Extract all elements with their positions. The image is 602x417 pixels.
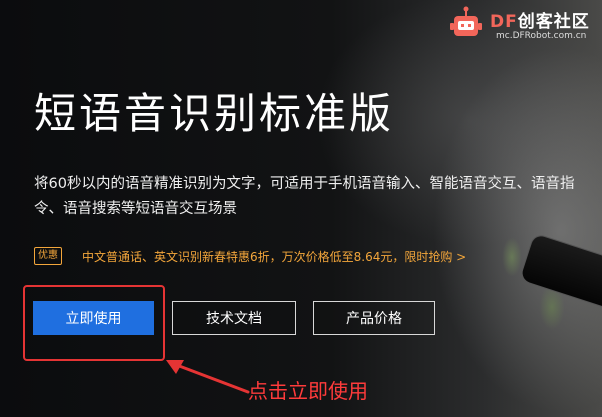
- arrow-icon: [166, 360, 250, 394]
- docs-button[interactable]: 技术文档: [172, 301, 296, 335]
- logo-brand-prefix: DF: [490, 12, 518, 32]
- robot-icon: [450, 6, 482, 36]
- logo-brand-suffix: 创客社区: [517, 12, 590, 32]
- discount-badge: 优惠: [34, 247, 62, 265]
- annotation-text: 点击立即使用: [248, 379, 368, 403]
- logo-url: mc.DFRobot.com.cn: [496, 31, 587, 41]
- promo-link[interactable]: 中文普通话、英文识别新春特惠6折，万次价格低至8.64元，限时抢购 >: [82, 248, 466, 265]
- highlight-box: [23, 285, 165, 361]
- logo-title: DF创客社区: [490, 7, 590, 32]
- product-description: 将60秒以内的语音精准识别为文字，可适用于手机语音输入、智能语音交互、语音指令、…: [34, 176, 575, 217]
- page-title: 短语音识别标准版: [34, 89, 395, 138]
- promo-banner[interactable]: 优惠 中文普通话、英文识别新春特惠6折，万次价格低至8.64元，限时抢购 >: [34, 244, 466, 268]
- dfrobot-watermark-logo: DF创客社区 mc.DFRobot.com.cn: [448, 4, 598, 46]
- pricing-button[interactable]: 产品价格: [313, 301, 435, 335]
